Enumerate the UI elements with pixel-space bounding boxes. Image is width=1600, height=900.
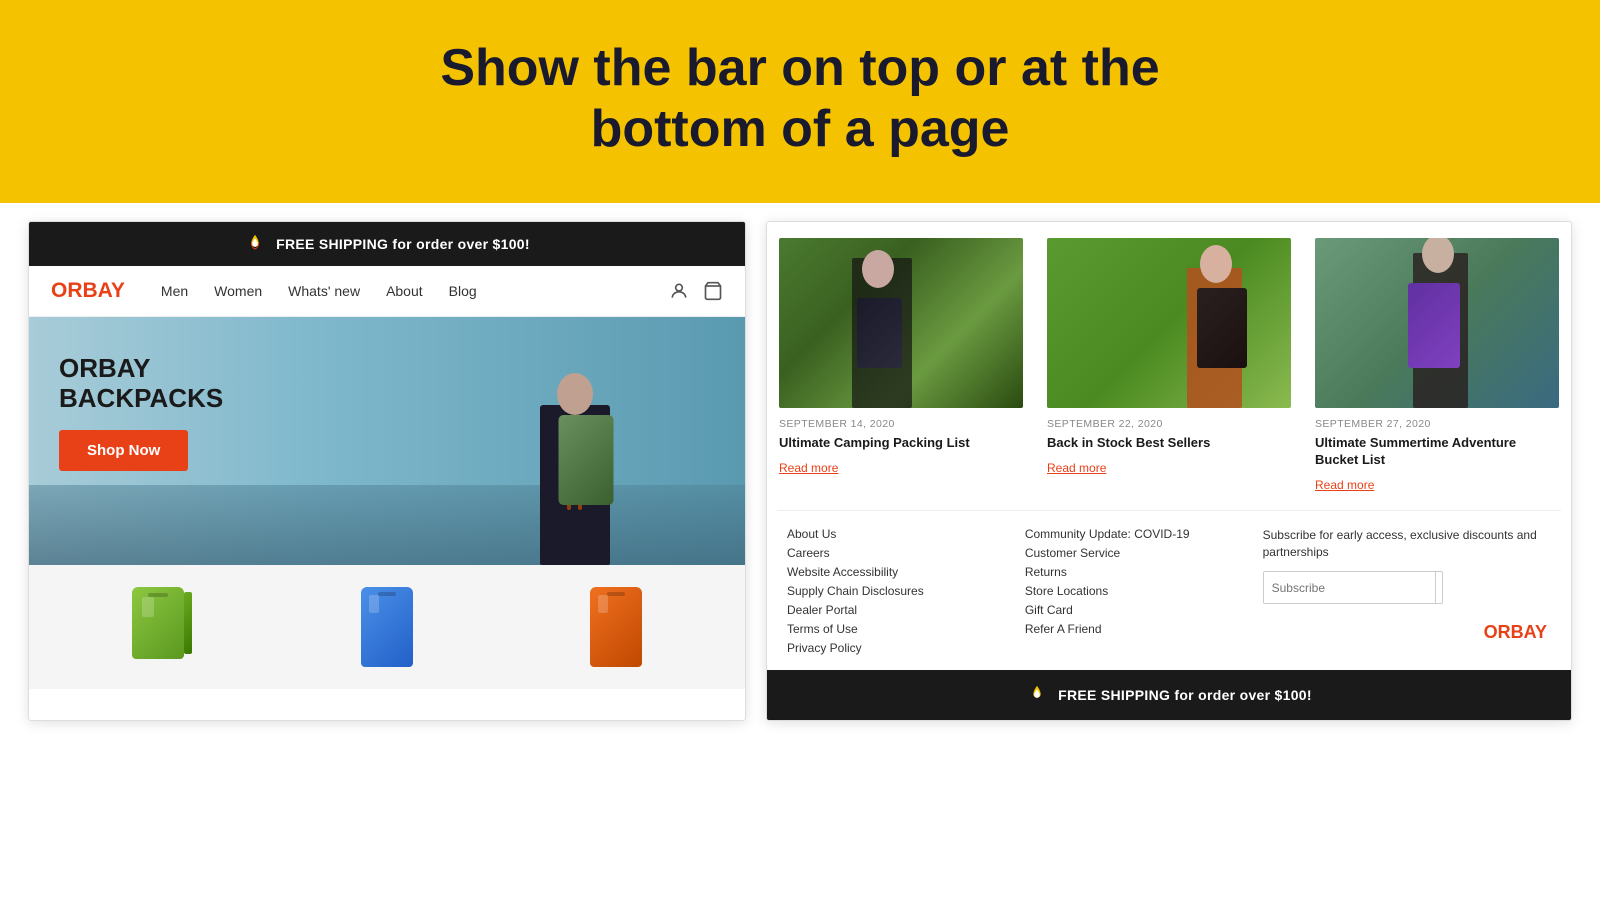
blog-img-2 xyxy=(1047,238,1291,408)
blog-img-3 xyxy=(1315,238,1559,408)
blog-cards-row: SEPTEMBER 14, 2020 Ultimate Camping Pack… xyxy=(767,222,1571,510)
shop-now-button[interactable]: Shop Now xyxy=(59,430,188,471)
nav-men[interactable]: Men xyxy=(161,283,188,299)
footer-col-1: About Us Careers Website Accessibility S… xyxy=(779,527,1017,660)
nav-icons-group xyxy=(669,281,723,301)
footer-link-covid[interactable]: Community Update: COVID-19 xyxy=(1025,527,1247,541)
nav-blog[interactable]: Blog xyxy=(449,283,477,299)
product-thumb-1[interactable] xyxy=(49,583,268,671)
blog-card-2: SEPTEMBER 22, 2020 Back in Stock Best Se… xyxy=(1035,230,1303,502)
read-more-3[interactable]: Read more xyxy=(1315,478,1374,492)
footer-link-accessibility[interactable]: Website Accessibility xyxy=(787,565,1009,579)
footer-col-2: Community Update: COVID-19 Customer Serv… xyxy=(1017,527,1255,660)
footer-logo: ORBAY xyxy=(1263,622,1551,643)
subscribe-input-wrap: → xyxy=(1263,571,1443,604)
subscribe-text: Subscribe for early access, exclusive di… xyxy=(1263,527,1551,562)
read-more-1[interactable]: Read more xyxy=(779,461,838,475)
footer-link-refer[interactable]: Refer A Friend xyxy=(1025,622,1247,636)
nav-logo[interactable]: ORBAY xyxy=(51,279,125,303)
blog-img-1 xyxy=(779,238,1023,408)
footer-link-dealer[interactable]: Dealer Portal xyxy=(787,603,1009,617)
read-more-2[interactable]: Read more xyxy=(1047,461,1106,475)
footer-link-giftcard[interactable]: Gift Card xyxy=(1025,603,1247,617)
footer-links-area: About Us Careers Website Accessibility S… xyxy=(767,511,1571,670)
product-thumb-2[interactable] xyxy=(278,583,497,671)
right-panel: SEPTEMBER 14, 2020 Ultimate Camping Pack… xyxy=(766,221,1572,721)
footer-link-service[interactable]: Customer Service xyxy=(1025,546,1247,560)
flame-icon xyxy=(244,233,266,255)
top-notification-bar: FREE SHIPPING for order over $100! xyxy=(29,222,745,266)
footer-link-returns[interactable]: Returns xyxy=(1025,565,1247,579)
notification-message: FREE SHIPPING for order over $100! xyxy=(276,236,530,252)
top-banner: Show the bar on top or at the bottom of … xyxy=(0,0,1600,203)
bottom-notification-message: FREE SHIPPING for order over $100! xyxy=(1058,687,1312,703)
footer-link-supply[interactable]: Supply Chain Disclosures xyxy=(787,584,1009,598)
footer-link-terms[interactable]: Terms of Use xyxy=(787,622,1009,636)
nav-links: Men Women Whats' new About Blog xyxy=(161,283,669,299)
product-thumbs-row xyxy=(29,565,745,689)
subscribe-input[interactable] xyxy=(1264,572,1435,603)
cart-icon[interactable] xyxy=(703,281,723,301)
hero-section: ORBAY BACKPACKS Shop Now xyxy=(29,317,745,565)
subscribe-area: Subscribe for early access, exclusive di… xyxy=(1255,527,1559,660)
blog-card-1: SEPTEMBER 14, 2020 Ultimate Camping Pack… xyxy=(767,230,1035,502)
user-icon[interactable] xyxy=(669,281,689,301)
blog-card-3: SEPTEMBER 27, 2020 Ultimate Summertime A… xyxy=(1303,230,1571,502)
nav-about[interactable]: About xyxy=(386,283,423,299)
blog-date-1: SEPTEMBER 14, 2020 xyxy=(779,418,1023,430)
blog-date-2: SEPTEMBER 22, 2020 xyxy=(1047,418,1291,430)
bottom-flame-icon xyxy=(1026,684,1048,706)
hero-title: ORBAY BACKPACKS xyxy=(59,353,715,414)
footer-link-careers[interactable]: Careers xyxy=(787,546,1009,560)
footer-link-stores[interactable]: Store Locations xyxy=(1025,584,1247,598)
blog-title-2: Back in Stock Best Sellers xyxy=(1047,435,1291,452)
footer-link-privacy[interactable]: Privacy Policy xyxy=(787,641,1009,655)
navbar: ORBAY Men Women Whats' new About Blog xyxy=(29,266,745,317)
blog-title-1: Ultimate Camping Packing List xyxy=(779,435,1023,452)
main-content: FREE SHIPPING for order over $100! ORBAY… xyxy=(0,203,1600,721)
blog-date-3: SEPTEMBER 27, 2020 xyxy=(1315,418,1559,430)
hero-content: ORBAY BACKPACKS Shop Now xyxy=(29,317,745,507)
nav-whatsnew[interactable]: Whats' new xyxy=(288,283,360,299)
bottom-notification-bar: FREE SHIPPING for order over $100! xyxy=(767,670,1571,720)
blog-title-3: Ultimate Summertime Adventure Bucket Lis… xyxy=(1315,435,1559,469)
left-mockup-panel: FREE SHIPPING for order over $100! ORBAY… xyxy=(28,221,746,721)
subscribe-button[interactable]: → xyxy=(1435,572,1443,603)
main-headline: Show the bar on top or at the bottom of … xyxy=(20,38,1580,161)
nav-women[interactable]: Women xyxy=(214,283,262,299)
footer-link-about-us[interactable]: About Us xyxy=(787,527,1009,541)
product-thumb-3[interactable] xyxy=(506,583,725,671)
